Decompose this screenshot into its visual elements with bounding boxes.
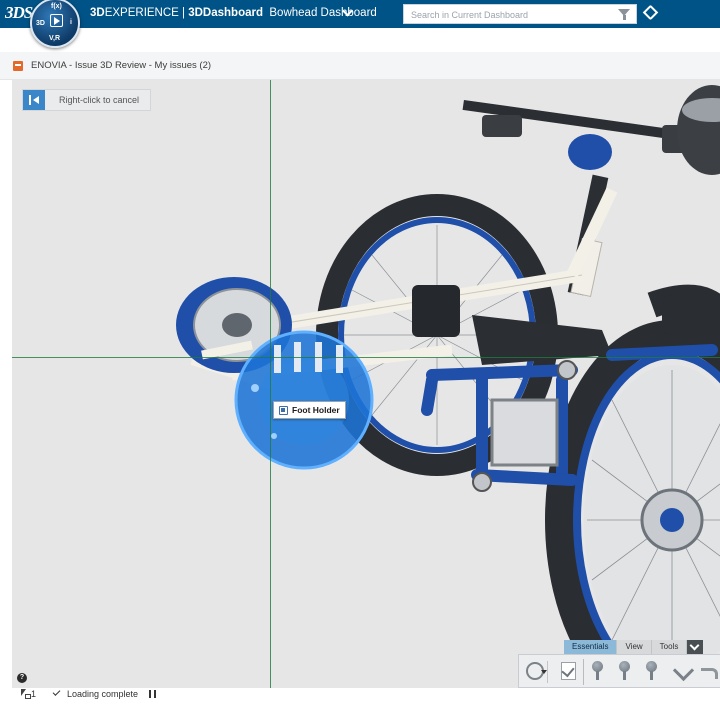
enovia-app-icon (13, 61, 23, 71)
collapse-chevron-icon[interactable] (687, 640, 704, 654)
top-bar: 3DS f(x) 3D i V,R 3DEXPERIENCE | 3DDashb… (0, 0, 720, 48)
exit-arrow-icon[interactable] (23, 90, 45, 110)
tab-view[interactable]: View (617, 640, 652, 654)
cancel-hint-text: Right-click to cancel (59, 95, 140, 105)
search-input[interactable] (404, 6, 609, 24)
brand-prefix: 3D (90, 7, 105, 19)
tab-essentials[interactable]: Essentials (564, 640, 618, 654)
cancel-hint-banner[interactable]: Right-click to cancel (22, 89, 151, 111)
pin-search-icon[interactable] (614, 660, 636, 684)
document-check-icon[interactable] (558, 660, 580, 682)
part-name: Foot Holder (292, 405, 340, 415)
action-bar-tabs: Essentials View Tools (564, 640, 704, 654)
dassault-logo: 3DS (5, 3, 33, 22)
3d-viewport[interactable]: Right-click to cancel Foot Holder (12, 80, 720, 688)
compass-quadrant-right[interactable]: i (70, 19, 72, 26)
check-icon (52, 688, 61, 696)
app-brand[interactable]: 3DEXPERIENCE | 3DDashboard Bowhead Dashb… (90, 7, 377, 19)
action-separator (547, 661, 548, 683)
widget-title: ENOVIA - Issue 3D Review - My issues (2) (31, 60, 212, 71)
widget-header: ENOVIA - Issue 3D Review - My issues (2) (0, 52, 720, 80)
tag-icon[interactable] (642, 4, 659, 21)
compass-play-icon[interactable] (50, 14, 63, 27)
foot-holder-highlight-icon (234, 330, 374, 470)
tab-tools[interactable]: Tools (651, 640, 688, 654)
pin-icon[interactable] (587, 660, 609, 684)
part-tooltip: Foot Holder (273, 401, 346, 419)
selection-count: 1 (31, 689, 37, 699)
loading-status: Loading complete (67, 689, 139, 699)
compass-quadrant-left[interactable]: 3D (36, 20, 45, 27)
compass-quadrant-top[interactable]: f(x) (51, 3, 62, 10)
pointer-arrow-icon[interactable] (672, 660, 694, 682)
pin-stack-icon[interactable] (641, 660, 663, 684)
horizontal-guide-line (12, 357, 720, 358)
dashboard-name[interactable]: Bowhead Dashboard (269, 7, 376, 19)
brand-experience: EXPERIENCE | (104, 7, 189, 19)
trike-model[interactable] (12, 80, 720, 688)
action-separator (583, 659, 584, 685)
rear-wheel-right-icon (545, 320, 720, 688)
status-bar: 1 Loading complete (0, 688, 720, 720)
compass-quadrant-bottom[interactable]: V,R (49, 35, 60, 42)
search-box[interactable] (403, 4, 637, 24)
vertical-guide-line (270, 80, 271, 688)
help-icon[interactable]: ? (17, 673, 27, 683)
action-bar (518, 654, 720, 688)
filter-icon[interactable] (618, 9, 630, 20)
pause-icon[interactable] (149, 690, 156, 698)
issue-marker-icon[interactable] (523, 660, 547, 682)
redo-arrow-icon[interactable] (699, 660, 720, 682)
brand-app: 3DDashboard (188, 7, 263, 19)
part-icon (279, 405, 288, 415)
compass-widget[interactable]: f(x) 3D i V,R (30, 0, 80, 48)
selection-icon (21, 689, 31, 699)
